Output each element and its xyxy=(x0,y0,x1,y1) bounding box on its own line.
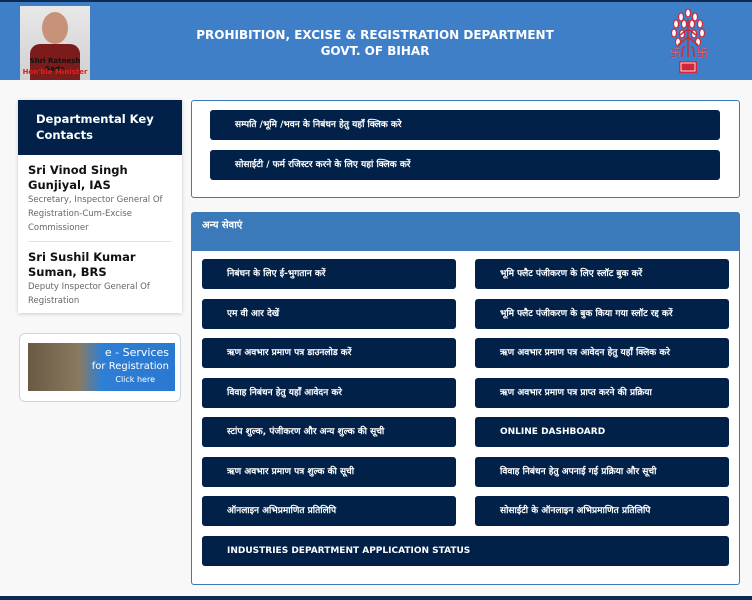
service-button[interactable]: विवाह निबंधन हेतु यहाँ आवेदन करे xyxy=(202,378,456,408)
banner-line-1: e - Services xyxy=(104,346,169,359)
other-services-panel: अन्य सेवाएं निबंधन के लिए ई-भुगतान करें भ… xyxy=(191,212,740,585)
service-button[interactable]: ऋण अवभार प्रमाण पत्र प्राप्त करने की प्र… xyxy=(475,378,729,408)
service-button[interactable]: ऋण अवभार प्रमाण पत्र डाउनलोड करें xyxy=(202,338,456,368)
service-button[interactable]: ऋण अवभार प्रमाण पत्र शुल्क की सूची xyxy=(202,457,456,487)
other-services-title: अन्य सेवाएं xyxy=(192,213,739,251)
service-button[interactable]: ऑनलाइन अभिप्रमाणित प्रतिलिपि xyxy=(202,496,456,526)
eservices-banner-image[interactable]: e - Services for Registration Click here xyxy=(28,343,175,391)
service-button[interactable]: भूमि फ्लैट पंजीकरण के बुक किया गया स्लॉट… xyxy=(475,299,729,329)
contact-name: Sri Vinod Singh Gunjiyal, IAS xyxy=(28,163,128,192)
banner-line-3: Click here xyxy=(115,375,155,384)
service-button[interactable]: ONLINE DASHBOARD xyxy=(475,417,729,447)
footer-bar xyxy=(0,596,752,600)
service-button[interactable]: एम वी आर देखें xyxy=(202,299,456,329)
svg-text:卐: 卐 xyxy=(670,47,681,60)
contact-item: Sri Sushil Kumar Suman, BRS Deputy Inspe… xyxy=(28,241,172,314)
key-contacts-card: Departmental Key Contacts Sri Vinod Sing… xyxy=(18,100,182,313)
site-header: Shri Ratnesh Sada Hon'ble Minister PROHI… xyxy=(0,0,752,80)
svg-text:卐: 卐 xyxy=(697,47,708,60)
contact-name: Sri Sushil Kumar Suman, BRS xyxy=(28,250,136,279)
bihar-govt-logo-icon: 卐 卐 xyxy=(670,8,708,73)
eservices-banner-link[interactable]: e - Services for Registration Click here xyxy=(19,333,181,402)
photo-face xyxy=(42,12,68,44)
minister-photo: Shri Ratnesh Sada Hon'ble Minister xyxy=(20,6,90,80)
service-button[interactable]: विवाह निबंधन हेतु अपनाई गई प्रक्रिया और … xyxy=(475,457,729,487)
service-button[interactable]: सोसाईटी के ऑनलाइन अभिप्रमाणित प्रतिलिपि xyxy=(475,496,729,526)
service-button[interactable]: भूमि फ्लैट पंजीकरण के लिए स्लॉट बुक करें xyxy=(475,259,729,289)
title-line-1: PROHIBITION, EXCISE & REGISTRATION DEPAR… xyxy=(196,28,554,42)
service-button[interactable]: स्टांप शुल्क, पंजीकरण और अन्य शुल्क की स… xyxy=(202,417,456,447)
photo-caption-role: Hon'ble Minister xyxy=(22,68,88,76)
banner-line-2: for Registration xyxy=(91,361,169,372)
society-registration-button[interactable]: सोसाईटी / फर्म रजिस्टर करने के लिए यहां … xyxy=(210,150,720,180)
contact-item: Sri Vinod Singh Gunjiyal, IAS Secretary,… xyxy=(28,155,172,241)
contact-role: Deputy Inspector General Of Registration xyxy=(28,282,150,306)
title-line-2: GOVT. OF BIHAR xyxy=(320,44,430,58)
property-registration-button[interactable]: सम्पति /भूमि /भवन के निबंधन हेतु यहाँ क्… xyxy=(210,110,720,140)
service-button[interactable]: INDUSTRIES DEPARTMENT APPLICATION STATUS xyxy=(202,536,729,566)
key-contacts-title: Departmental Key Contacts xyxy=(18,100,182,155)
page-title: PROHIBITION, EXCISE & REGISTRATION DEPAR… xyxy=(190,27,560,59)
service-button[interactable]: निबंधन के लिए ई-भुगतान करें xyxy=(202,259,456,289)
registration-links-panel: सम्पति /भूमि /भवन के निबंधन हेतु यहाँ क्… xyxy=(191,100,740,198)
contact-role: Secretary, Inspector General Of Registra… xyxy=(28,195,163,233)
service-button[interactable]: ऋण अवभार प्रमाण पत्र आवेदन हेतु यहाँ क्ल… xyxy=(475,338,729,368)
